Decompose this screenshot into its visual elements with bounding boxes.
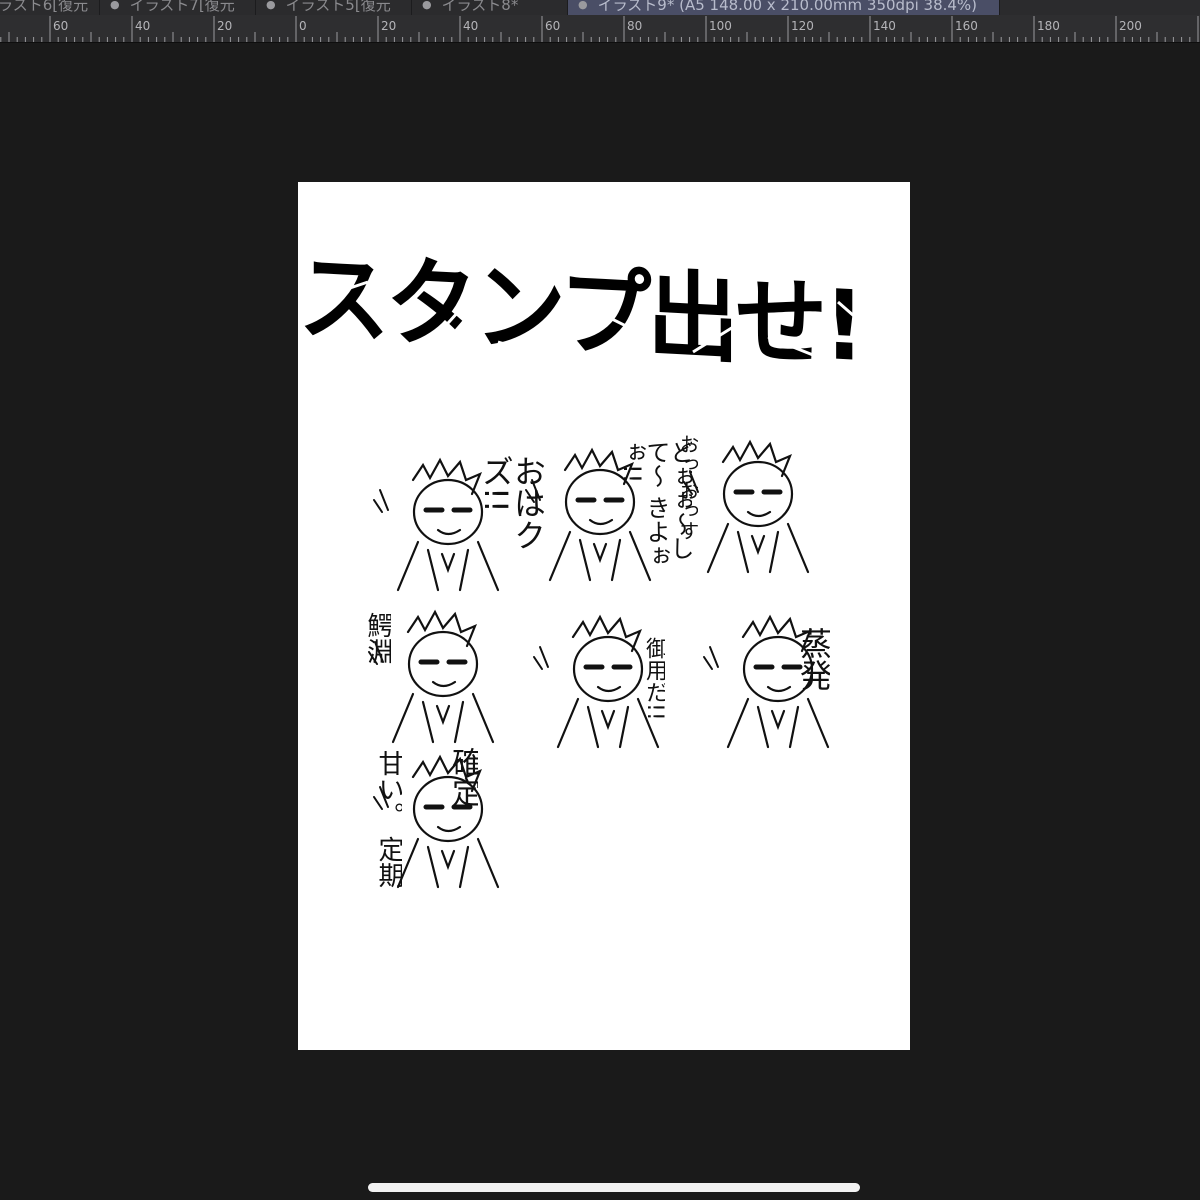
tab-illust-7[interactable]: ● イラスト7[復元	[100, 0, 256, 15]
sticker-sketch: 御用だ!!	[528, 607, 698, 757]
tab-dot-icon: ●	[578, 0, 588, 11]
ruler-label: 100	[709, 19, 732, 33]
ruler-label: 120	[791, 19, 814, 33]
canvas-title: スタンプ出せ!	[298, 241, 862, 384]
sticker-caption: 甘い。 定期	[376, 750, 402, 889]
canvas-paper[interactable]: スタンプ出せ! おはクズ!! どぉぉ〜して〜 きよぉぉ!! おっ おっす 鰐淵 …	[298, 182, 910, 1050]
tab-illust-8[interactable]: ● イラスト8*	[412, 0, 568, 15]
character-drawing	[533, 614, 660, 749]
ruler-label: 140	[873, 19, 896, 33]
ruler-label: 80	[627, 19, 643, 33]
sticker-sketch: 鰐淵	[363, 602, 533, 752]
ruler-label: 60	[53, 19, 69, 33]
sticker-sketch: 蒸発	[698, 607, 868, 757]
tab-dot-icon: ●	[110, 0, 120, 11]
sticker-sketch: おっ おっす	[678, 432, 848, 582]
ruler-label: 40	[463, 19, 479, 33]
tab-label: イラスト8*	[441, 0, 519, 14]
ruler-label: 180	[1037, 19, 1060, 33]
ruler-ticks	[0, 16, 1199, 42]
tab-illust-5[interactable]: ● イラスト5[復元	[256, 0, 412, 15]
tab-label: イラスト9* (A5 148.00 x 210.00mm 350dpi 38.4…	[597, 0, 978, 14]
ruler-label: 20	[217, 19, 233, 33]
document-tab-bar: ラスト6[復元 ● イラスト7[復元 ● イラスト5[復元 ● イラスト8* ● イラス…	[0, 0, 1200, 15]
ruler-label: 0	[299, 19, 307, 33]
sticker-caption: 蒸発	[798, 627, 830, 691]
tab-label: ラスト6[復元	[0, 0, 89, 14]
tab-dot-icon: ●	[422, 0, 432, 11]
tab-illust-9[interactable]: ● イラスト9* (A5 148.00 x 210.00mm 350dpi 38.…	[568, 0, 1000, 15]
horizontal-ruler: 60 40 20 0 20 40 60 80 100 120 140 160 180 200	[0, 15, 1200, 43]
tab-dot-icon: ●	[266, 0, 276, 11]
sticker-caption: 鰐淵	[365, 612, 391, 664]
tab-illust-6[interactable]: ラスト6[復元	[0, 0, 100, 15]
ruler-label: 60	[545, 19, 561, 33]
ruler-label: 160	[955, 19, 978, 33]
sticker-sketch: おはクズ!!	[368, 450, 544, 600]
tab-label: イラスト7[復元	[129, 0, 235, 14]
sticker-caption: 御用だ!!	[643, 637, 665, 721]
character-drawing	[683, 439, 810, 574]
tab-label: イラスト5[復元	[285, 0, 391, 14]
ruler-label: 20	[381, 19, 397, 33]
sticker-sketch: どぉぉ〜して〜 きよぉぉ!!	[520, 440, 692, 590]
sticker-caption: 確定	[448, 747, 478, 807]
home-indicator[interactable]	[368, 1183, 860, 1192]
character-drawing	[703, 614, 830, 749]
ruler-label: 40	[135, 19, 151, 33]
sticker-caption: おっ おっす	[678, 434, 698, 541]
ruler-label: 200	[1119, 19, 1142, 33]
